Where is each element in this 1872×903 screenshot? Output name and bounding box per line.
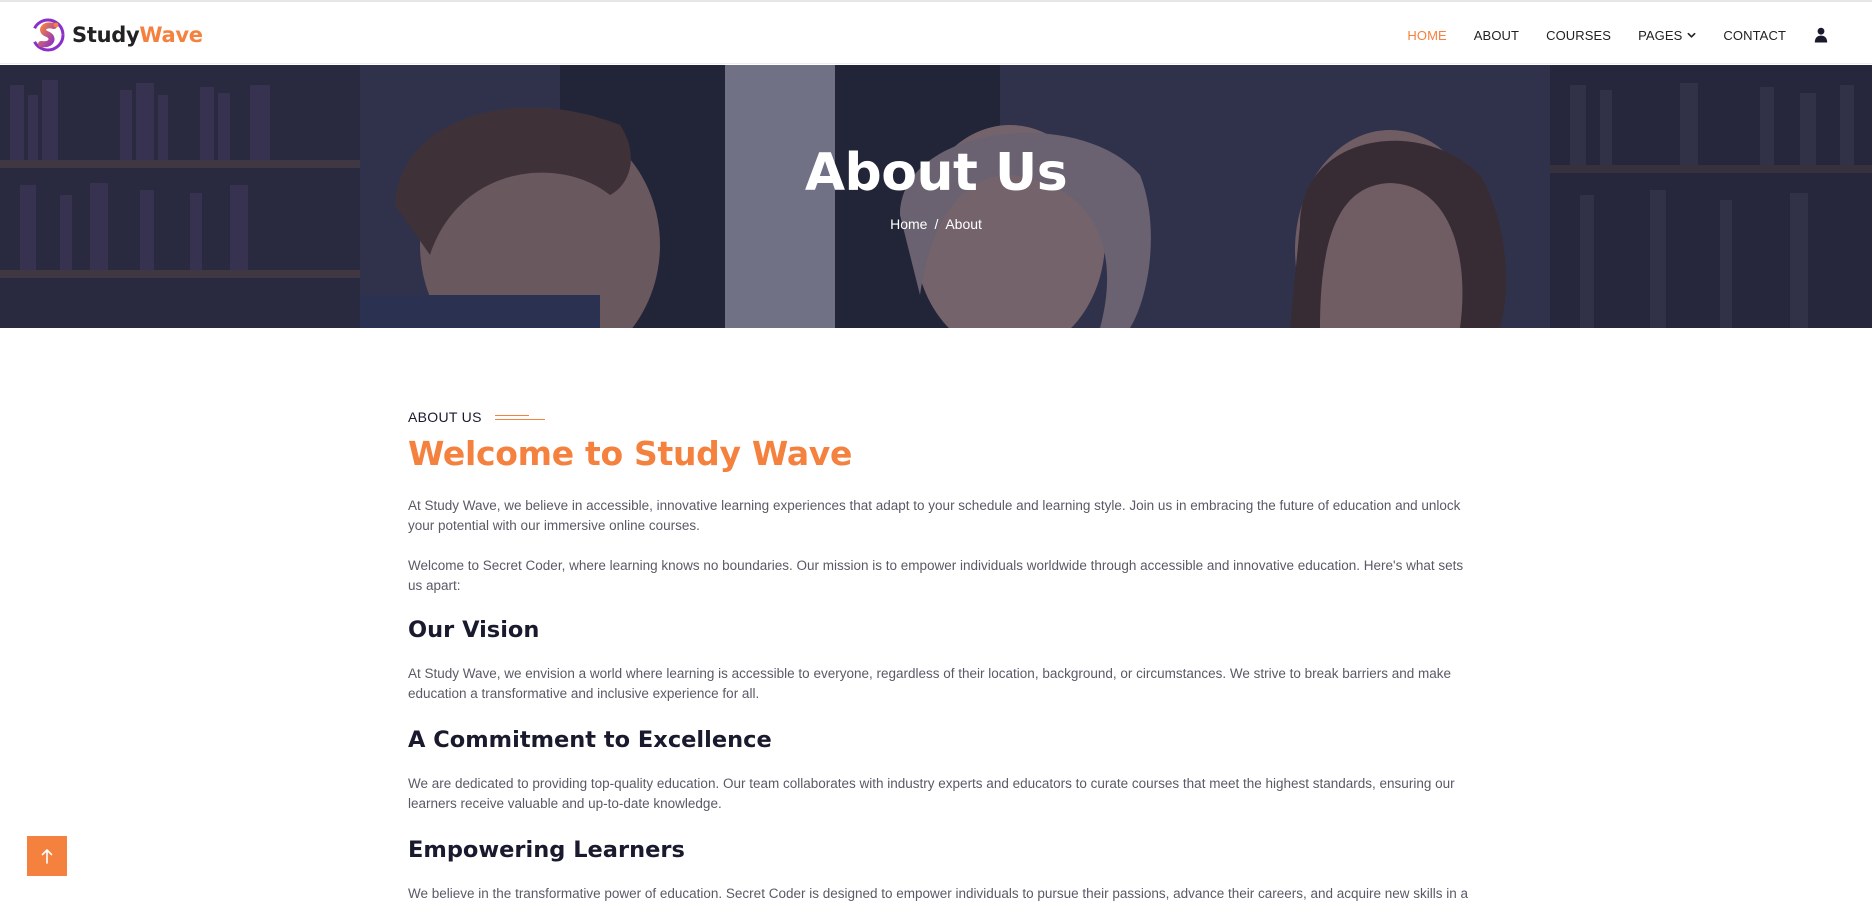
site-header: StudyWave HOME ABOUT COURSES PAGES CONTA… <box>0 2 1872 64</box>
page-title: About Us <box>804 143 1068 203</box>
user-icon <box>1814 27 1828 43</box>
back-to-top-button[interactable] <box>27 836 67 876</box>
brand-logo-link[interactable]: StudyWave <box>30 16 203 54</box>
brand-name-part2: Wave <box>139 23 203 47</box>
chevron-down-icon <box>1687 32 1696 38</box>
welcome-heading: Welcome to Study Wave <box>408 434 853 473</box>
intro-paragraph-1: At Study Wave, we believe in accessible,… <box>408 498 1461 533</box>
nav-courses[interactable]: COURSES <box>1546 28 1611 43</box>
nav-about[interactable]: ABOUT <box>1474 28 1519 43</box>
nav-home[interactable]: HOME <box>1407 28 1446 43</box>
study-wave-logo-icon <box>30 17 66 53</box>
user-account-button[interactable] <box>1786 27 1828 43</box>
nav-pages[interactable]: PAGES <box>1638 28 1696 43</box>
eyebrow-label: ABOUT US <box>408 409 482 425</box>
breadcrumb-current: About <box>945 216 982 232</box>
main-nav: HOME ABOUT COURSES PAGES CONTACT <box>1380 4 1828 66</box>
vision-heading: Our Vision <box>408 617 540 643</box>
empowering-paragraph: We believe in the transformative power o… <box>408 886 1469 901</box>
intro-paragraph-2: Welcome to Secret Coder, where learning … <box>408 558 1464 593</box>
nav-contact[interactable]: CONTACT <box>1723 28 1786 43</box>
arrow-up-icon <box>41 849 53 864</box>
brand-name-part1: Study <box>72 23 140 47</box>
empowering-heading: Empowering Learners <box>408 837 685 863</box>
brand-name: StudyWave <box>72 23 203 47</box>
nav-pages-label: PAGES <box>1638 27 1683 43</box>
about-content: ABOUT US Welcome to Study Wave At Study … <box>408 408 1476 903</box>
section-eyebrow: ABOUT US <box>408 408 1476 426</box>
breadcrumb-home-link[interactable]: Home <box>890 216 927 232</box>
excellence-paragraph: We are dedicated to providing top-qualit… <box>408 776 1455 811</box>
page-hero: About Us Home / About <box>0 65 1872 328</box>
breadcrumb: Home / About <box>0 216 1872 232</box>
eyebrow-decoration <box>494 412 545 422</box>
excellence-heading: A Commitment to Excellence <box>408 727 772 753</box>
breadcrumb-separator: / <box>934 216 939 232</box>
vision-paragraph: At Study Wave, we envision a world where… <box>408 666 1451 701</box>
